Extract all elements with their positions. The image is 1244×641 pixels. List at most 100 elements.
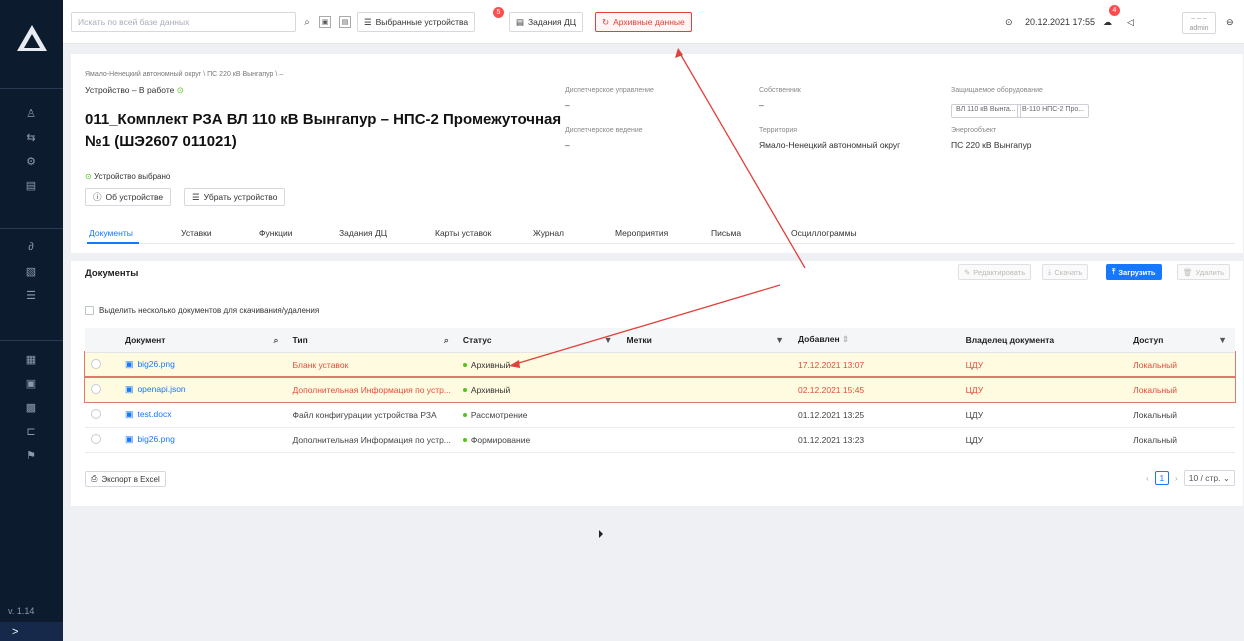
user-menu[interactable]: – – – admin [1182, 12, 1216, 34]
doc-name: test.docx [137, 409, 172, 419]
header-tags[interactable]: Метки ▼ [620, 328, 792, 353]
report-icon[interactable]: ▦ [22, 350, 40, 368]
transfer-icon[interactable]: ⇆ [22, 128, 40, 146]
header-owner[interactable]: Владелец документа [959, 328, 1128, 353]
save-icon[interactable]: ▣ [319, 16, 331, 28]
tasks-label: Задания ДЦ [528, 17, 577, 27]
file-icon[interactable]: ▧ [22, 262, 40, 280]
row-select[interactable] [85, 352, 119, 378]
settings-icon[interactable]: ⚙ [22, 152, 40, 170]
table-row[interactable]: ▣ big26.png Бланк уставок Архивный 17.12.… [84, 351, 1236, 378]
search-icon[interactable]: ⌕ [274, 335, 279, 346]
radio[interactable] [91, 358, 101, 369]
row-select[interactable] [85, 402, 119, 428]
archive-button[interactable]: ↻ Архивные данные [595, 12, 692, 32]
access-cell: Локальный [1127, 352, 1235, 378]
export-excel-button[interactable]: ⎙ Экспорт в Excel [85, 471, 166, 487]
filter-icon[interactable]: ▼ [604, 335, 613, 345]
logo-icon[interactable] [16, 24, 48, 52]
folder-icon[interactable]: ⊏ [22, 422, 40, 440]
checkbox[interactable] [85, 306, 94, 315]
tab-settings[interactable]: Уставки [181, 228, 212, 238]
tab-events[interactable]: Мероприятия [615, 228, 668, 238]
doc-cell[interactable]: ▣ test.docx [118, 402, 287, 428]
status-cell: Архивный [456, 352, 621, 378]
search-icon[interactable]: ⌕ [299, 12, 315, 32]
doc-cell[interactable]: ▣ big26.png [118, 352, 287, 378]
topbar: Искать по всей базе данных ⌕ ▣ ▤ ☰ Выбран… [63, 0, 1244, 44]
list-icon[interactable]: ☰ [22, 286, 40, 304]
favorites-button[interactable]: ☰ Выбранные устройства [357, 12, 476, 32]
doc-cell[interactable]: ▣ openapi.json [118, 377, 287, 403]
file-icon: ▣ [124, 384, 134, 394]
link-icon[interactable]: ∂ [22, 238, 40, 256]
notification-icon[interactable]: ◁ [1127, 12, 1134, 32]
filter-icon[interactable]: ▼ [1218, 335, 1227, 345]
table-row[interactable]: ▣ big26.png Дополнительная Информация по … [85, 427, 1235, 453]
upload-button[interactable]: ⤒ Загрузить [1106, 264, 1162, 280]
col-label: Добавлен [797, 334, 840, 345]
radio[interactable] [91, 383, 101, 394]
status-text: Архивный [470, 359, 511, 370]
header-status[interactable]: Статус ▼ [456, 328, 621, 353]
row-select[interactable] [85, 427, 119, 453]
added-cell: 02.12.2021 15:45 [791, 377, 960, 403]
delete-button[interactable]: 🗑 Удалить [1177, 264, 1231, 280]
type-cell: Дополнительная Информация по устр... [286, 377, 457, 403]
protected-chip[interactable]: В-110 НПС-2 Про... [1017, 104, 1090, 118]
tab-setting-maps[interactable]: Карты уставок [435, 228, 491, 238]
dispatch-lead-value: – [565, 140, 570, 150]
user-icon[interactable]: ♙ [22, 104, 40, 122]
calendar-icon[interactable]: ▣ [22, 374, 40, 392]
document-icon[interactable]: ▤ [22, 176, 40, 194]
col-label: Метки [626, 334, 652, 345]
help-icon[interactable]: ⊙ [1005, 12, 1013, 32]
sort-icon[interactable]: ⇕ [842, 334, 849, 344]
sidebar-expand-button[interactable]: > [0, 622, 63, 641]
search-input[interactable]: Искать по всей базе данных [71, 12, 296, 32]
tab-letters[interactable]: Письма [711, 228, 741, 238]
table-row[interactable]: ▣ openapi.json Дополнительная Информация … [84, 376, 1236, 403]
multi-select-checkbox[interactable]: Выделить несколько документов для скачив… [85, 306, 319, 315]
remove-device-button[interactable]: ☰ Убрать устройство [184, 188, 286, 206]
table-row[interactable]: ▣ test.docx Файл конфигурации устройства … [85, 402, 1235, 428]
list-icon: ☰ [364, 16, 372, 27]
added-cell: 01.12.2021 13:23 [791, 427, 960, 453]
header-access[interactable]: Доступ ▼ [1127, 328, 1235, 353]
search-icon[interactable]: ⌕ [444, 335, 449, 346]
radio[interactable] [91, 433, 101, 444]
tab-tasks[interactable]: Задания ДЦ [339, 228, 387, 238]
tags-cell [620, 402, 792, 428]
tasks-button[interactable]: ▤ Задания ДЦ [509, 12, 584, 32]
status-dot [462, 388, 467, 393]
documents-table: Документ ⌕ Тип ⌕ Статус ▼ Метки ▼ Добавлен ⇕… [84, 328, 1236, 453]
page-number[interactable]: 1 [1154, 471, 1169, 485]
edit-button[interactable]: ✎ Редактировать [958, 264, 1032, 280]
upload-label: Загрузить [1118, 267, 1156, 277]
about-device-button[interactable]: ⓘ Об устройстве [85, 188, 172, 206]
sidebar-separator [0, 88, 63, 89]
header-document[interactable]: Документ ⌕ [118, 328, 287, 353]
logout-icon[interactable]: ⊖ [1226, 12, 1234, 32]
header-added[interactable]: Добавлен ⇕ [791, 328, 960, 353]
next-page-icon[interactable]: › [1175, 473, 1178, 483]
page-size-select[interactable]: 10 / стр. ⌄ [1183, 470, 1235, 486]
tab-functions[interactable]: Функции [259, 228, 293, 238]
row-select[interactable] [85, 377, 119, 403]
tab-journal[interactable]: Журнал [533, 228, 564, 238]
tab-documents[interactable]: Документы [89, 228, 133, 238]
grid-icon[interactable]: ▩ [22, 398, 40, 416]
flag-icon[interactable]: ⚑ [22, 446, 40, 464]
prev-page-icon[interactable]: ‹ [1146, 473, 1149, 483]
doc-name: big26.png [137, 359, 175, 369]
tab-oscillograms[interactable]: Осциллограммы [791, 228, 857, 238]
download-button[interactable]: ⤓ Скачать [1042, 264, 1089, 280]
filter-icon[interactable]: ▼ [775, 335, 784, 345]
table-header: Документ ⌕ Тип ⌕ Статус ▼ Метки ▼ Добавлен ⇕… [85, 328, 1235, 353]
protected-chip[interactable]: ВЛ 110 кВ Вынга... [951, 104, 1021, 118]
filter-icon[interactable]: ▤ [339, 16, 351, 28]
doc-cell[interactable]: ▣ big26.png [118, 427, 287, 453]
tags-cell [620, 377, 792, 403]
radio[interactable] [91, 408, 101, 419]
header-type[interactable]: Тип ⌕ [286, 328, 457, 353]
